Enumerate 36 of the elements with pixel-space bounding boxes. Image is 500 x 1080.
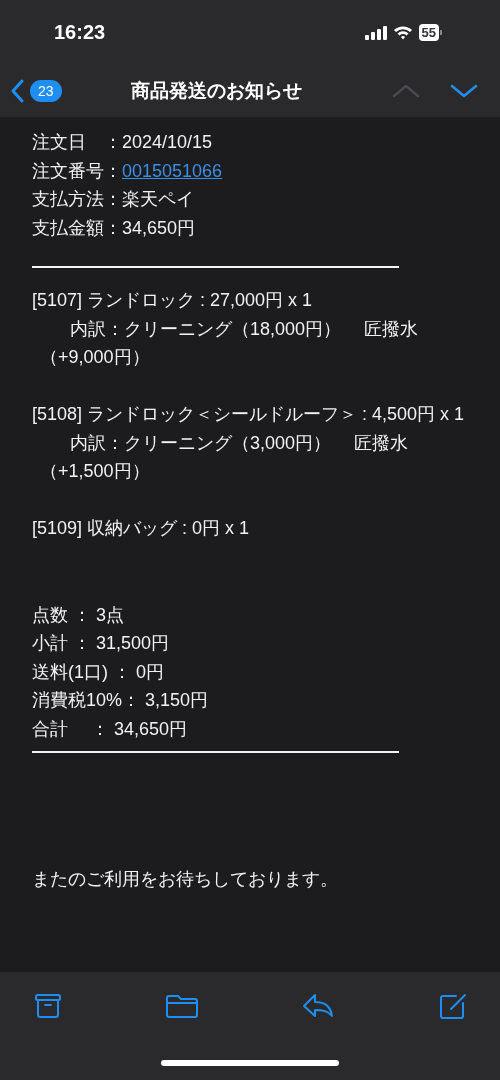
item-breakdown: 内訳：クリーニング（18,000円） 匠撥水（+9,000円）: [39, 317, 420, 369]
back-button[interactable]: [10, 79, 24, 103]
order-item-line: [5108] ランドロック＜シールドルーフ＞ : 4,500円 x 1: [32, 403, 466, 426]
folder-icon: [164, 992, 199, 1020]
field-label: 支払方法：: [32, 189, 122, 209]
next-message-chevron-icon[interactable]: [450, 83, 478, 99]
wifi-icon: [392, 25, 413, 40]
field-label: 注文番号：: [32, 160, 122, 181]
order-item-line: [5109] 収納バッグ : 0円 x 1: [32, 517, 251, 540]
field-value: 34,650円: [122, 217, 196, 238]
message-subject: 商品発送のお知らせ: [130, 79, 304, 103]
summary-line: 合計 ： 34,650円: [32, 717, 189, 741]
compose-button[interactable]: [437, 992, 468, 1020]
summary-line: 小計 ： 31,500円: [32, 632, 171, 655]
closing-message: またのご利用をお待ちしております。: [32, 868, 339, 891]
unread-count-badge: 23: [30, 80, 62, 102]
item-breakdown: 内訳：クリーニング（3,000円） 匠撥水（+1,500円）: [39, 431, 410, 483]
summary-line: 消費税10%： 3,150円: [32, 689, 210, 712]
clock-time: 16:23: [54, 21, 106, 44]
reply-arrow-button[interactable]: [301, 992, 336, 1020]
battery-level: 55: [418, 24, 439, 41]
back-chevron-icon: [10, 79, 24, 103]
folder-button[interactable]: [164, 992, 199, 1020]
signal-icon: [364, 25, 387, 40]
archive-box-icon: [34, 992, 62, 1020]
field-label: 支払金額：: [32, 217, 122, 238]
order-number-link[interactable]: 0015051066: [122, 160, 223, 181]
compose-icon: [437, 992, 468, 1020]
summary-line: 送料(1口) ： 0円: [32, 660, 165, 684]
summary-line: 点数 ： 3点: [32, 603, 125, 627]
field-value: 2024/10/15: [122, 132, 213, 152]
archive-box-button[interactable]: [34, 992, 62, 1020]
field-value: 楽天ペイ: [122, 189, 194, 209]
order-item-line: [5107] ランドロック : 27,000円 x 1: [32, 289, 314, 312]
field-label: 注文日 ：: [32, 132, 122, 152]
reply-arrow-icon: [301, 992, 336, 1020]
